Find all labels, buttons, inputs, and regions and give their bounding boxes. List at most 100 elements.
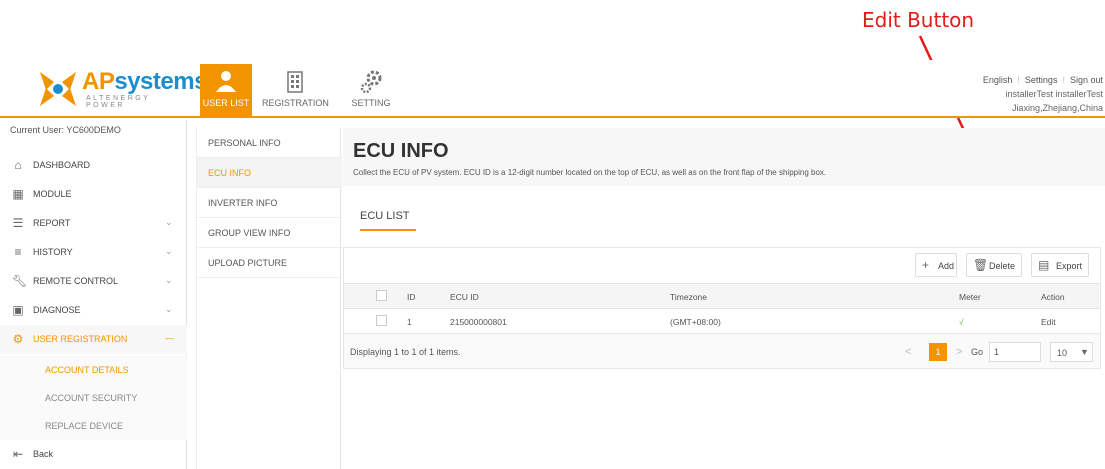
settings-link[interactable]: Settings	[1025, 75, 1058, 85]
sidebar-subitem-replace-device[interactable]: REPLACE DEVICE	[0, 412, 187, 440]
sidebar-item-report[interactable]: ☰ REPORT ⌄	[0, 209, 187, 238]
user-name: installerTest installerTest	[1005, 89, 1103, 99]
left-sidebar: Current User: YC600DEMO ⌂ DASHBOARD ▦ MO…	[0, 120, 187, 469]
chevron-down-icon: ⌄	[165, 304, 173, 314]
sidebar-item-history[interactable]: ≡ HISTORY ⌄	[0, 238, 187, 267]
top-links: English! Settings! Sign out	[982, 75, 1103, 85]
diagnose-icon: ▣	[12, 303, 24, 317]
next-page-icon[interactable]: >	[956, 346, 962, 358]
tab-registration-label: REGISTRATION	[262, 98, 329, 108]
gears-icon	[360, 70, 382, 94]
sidebar-item-label: DASHBOARD	[33, 160, 91, 170]
pagination-bar: Displaying 1 to 1 of 1 items. < 1 > Go 1…	[343, 333, 1101, 369]
chevron-up-icon: —	[165, 333, 174, 343]
delete-button[interactable]: 🗑︎ Delete	[966, 253, 1022, 277]
tab-registration[interactable]: REGISTRATION	[262, 64, 329, 116]
sidebar-item-label: HISTORY	[33, 247, 73, 257]
apsystems-logo[interactable]: APsystems ALTENERGY POWER	[36, 66, 207, 110]
page-size-select[interactable]: 10 ▼	[1050, 342, 1093, 362]
sidebar-item-module[interactable]: ▦ MODULE	[0, 180, 187, 209]
edit-button[interactable]: Edit	[1041, 317, 1056, 327]
submenu-upload-picture[interactable]: UPLOAD PICTURE	[197, 248, 342, 278]
sidebar-item-diagnose[interactable]: ▣ DIAGNOSE ⌄	[0, 296, 187, 325]
page-header: ECU INFO Collect the ECU of PV system. E…	[343, 128, 1105, 186]
page-title: ECU INFO	[353, 140, 449, 162]
sidebar-subitem-account-details[interactable]: ACCOUNT DETAILS	[0, 356, 187, 384]
select-all-checkbox[interactable]	[376, 290, 387, 301]
column-header-meter[interactable]: Meter	[959, 292, 981, 302]
submenu-label: GROUP VIEW INFO	[208, 228, 291, 238]
row-checkbox[interactable]	[376, 315, 387, 326]
logo-mark-icon	[40, 72, 76, 106]
export-button[interactable]: ▤ Export	[1031, 253, 1089, 277]
sidebar-item-dashboard[interactable]: ⌂ DASHBOARD	[0, 151, 187, 180]
submenu-group-view-info[interactable]: GROUP VIEW INFO	[197, 218, 342, 248]
tab-setting[interactable]: SETTING	[346, 64, 396, 116]
chevron-down-icon: ⌄	[165, 217, 173, 227]
wrench-icon: 🔧︎	[12, 274, 28, 288]
submenu-personal-info[interactable]: PERSONAL INFO	[197, 128, 342, 158]
add-button[interactable]: + Add	[915, 253, 957, 277]
sidebar-subitem-account-security[interactable]: ACCOUNT SECURITY	[0, 384, 187, 412]
ecu-table: ID ECU ID Timezone Meter Action 1 215000…	[343, 283, 1101, 334]
annotation-label: Edit Button	[862, 8, 975, 32]
export-icon: ▤	[1038, 258, 1050, 272]
submenu-label: ECU INFO	[208, 168, 252, 178]
prev-page-icon[interactable]: <	[905, 346, 911, 358]
tab-setting-label: SETTING	[351, 98, 391, 108]
sidebar-item-back[interactable]: ⇤ Back	[0, 440, 187, 469]
go-label: Go	[971, 347, 984, 357]
ecu-submenu: PERSONAL INFO ECU INFO INVERTER INFO GRO…	[196, 128, 342, 469]
building-icon	[287, 71, 303, 93]
signout-link[interactable]: Sign out	[1070, 75, 1103, 85]
report-icon: ☰	[12, 216, 24, 230]
go-page-input[interactable]: 1	[989, 342, 1041, 362]
delete-button-label: Delete	[989, 261, 1016, 271]
sidebar-item-user-registration[interactable]: ⚙ USER REGISTRATION —	[0, 325, 187, 354]
cell-ecu-id: 215000000801	[450, 317, 507, 327]
grid-icon: ▦	[12, 187, 24, 201]
section-title: ECU LIST	[360, 210, 410, 222]
users-icon	[216, 71, 236, 92]
language-link[interactable]: English	[983, 75, 1013, 85]
section-underline	[360, 229, 416, 231]
page-description: Collect the ECU of PV system. ECU ID is …	[353, 168, 827, 177]
page-number-button[interactable]: 1	[929, 343, 947, 361]
trash-icon: 🗑︎	[973, 258, 989, 272]
sidebar-item-label: Back	[33, 449, 54, 459]
column-header-id[interactable]: ID	[407, 292, 416, 302]
tab-user-list[interactable]: USER LIST	[200, 64, 252, 116]
column-header-timezone[interactable]: Timezone	[670, 292, 707, 302]
top-header: APsystems ALTENERGY POWER USER LIST REGI…	[0, 60, 1105, 118]
export-button-label: Export	[1056, 261, 1083, 271]
sidebar-item-remote-control[interactable]: 🔧︎ REMOTE CONTROL ⌄	[0, 267, 187, 296]
sidebar-subitem-label: ACCOUNT SECURITY	[45, 393, 138, 403]
logo-text: APsystems	[82, 68, 207, 95]
app-window: Edit Button APsystems ALTENERGY POWER US…	[0, 0, 1105, 469]
sidebar-item-label: REMOTE CONTROL	[33, 276, 119, 286]
sidebar-subitem-label: ACCOUNT DETAILS	[45, 365, 129, 375]
column-header-action: Action	[1041, 292, 1065, 302]
sidebar-item-label: MODULE	[33, 189, 72, 199]
current-user: Current User: YC600DEMO	[10, 125, 121, 135]
cell-timezone: (GMT+08:00)	[670, 317, 721, 327]
submenu-label: UPLOAD PICTURE	[208, 258, 288, 268]
pagination-summary: Displaying 1 to 1 of 1 items.	[350, 347, 461, 357]
column-header-ecu-id[interactable]: ECU ID	[450, 292, 479, 302]
sidebar-item-label: DIAGNOSE	[33, 305, 81, 315]
main-content: ECU INFO Collect the ECU of PV system. E…	[343, 128, 1105, 469]
sidebar-item-label: USER REGISTRATION	[33, 334, 128, 344]
tab-user-list-label: USER LIST	[202, 98, 250, 108]
table-header-row: ID ECU ID Timezone Meter Action	[344, 284, 1100, 309]
cell-id: 1	[407, 317, 412, 327]
caret-down-icon: ▼	[1080, 347, 1089, 357]
chevron-down-icon: ⌄	[165, 275, 173, 285]
back-icon: ⇤	[12, 447, 24, 461]
submenu-inverter-info[interactable]: INVERTER INFO	[197, 188, 342, 218]
table-toolbar: + Add 🗑︎ Delete ▤ Export	[343, 247, 1101, 283]
gears-icon: ⚙	[12, 332, 24, 346]
table-row[interactable]: 1 215000000801 (GMT+08:00) √ Edit	[344, 309, 1100, 334]
cell-meter: √	[959, 317, 964, 327]
submenu-ecu-info[interactable]: ECU INFO	[197, 158, 342, 188]
sidebar-subitem-label: REPLACE DEVICE	[45, 421, 124, 431]
